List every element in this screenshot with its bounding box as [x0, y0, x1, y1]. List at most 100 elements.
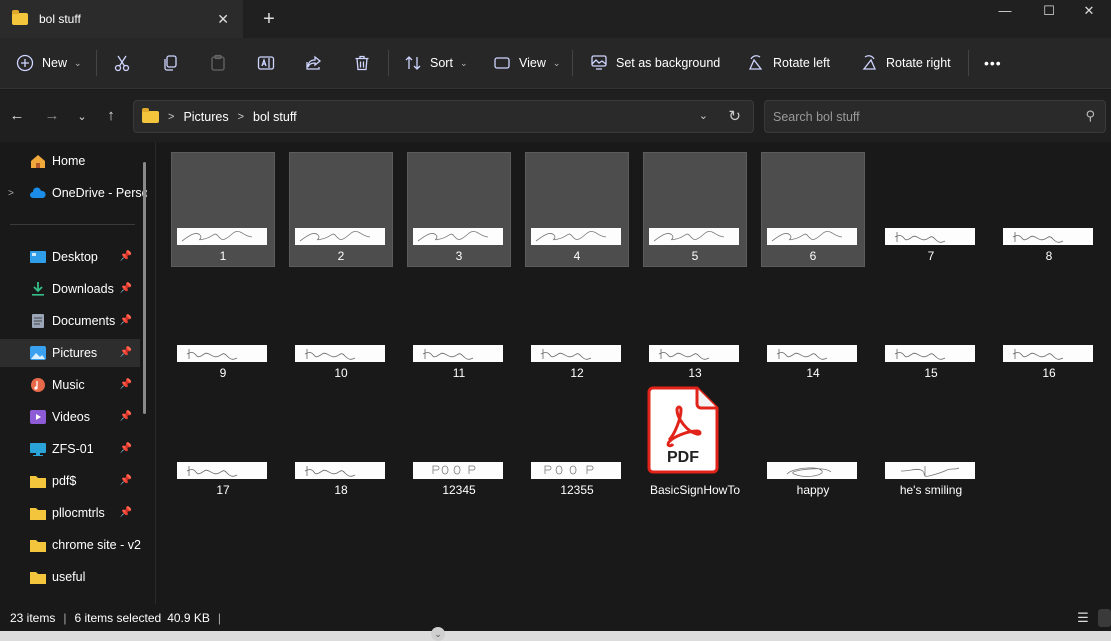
up-arrow-icon[interactable]: ↑ [101, 107, 121, 124]
signature-thumbnail [885, 228, 975, 245]
set-as-background-button[interactable]: Set as background [590, 52, 720, 74]
forward-arrow-icon[interactable]: → [42, 107, 62, 124]
share-button[interactable] [305, 52, 323, 74]
sidebar-item-onedrive[interactable]: OneDrive - Perso [0, 179, 147, 207]
sidebar-item-pictures[interactable]: Pictures 📌 [0, 339, 140, 367]
file-name: he's smiling [899, 483, 963, 497]
more-options-button[interactable]: ••• [984, 52, 1002, 74]
refresh-icon[interactable]: ↻ [728, 107, 741, 125]
search-box[interactable]: ⚲ [764, 100, 1106, 133]
file-item[interactable]: 3 [407, 152, 513, 267]
file-item[interactable]: 5 [643, 152, 749, 267]
file-item[interactable]: 8 [997, 152, 1103, 267]
sidebar-item-videos[interactable]: Videos 📌 [0, 403, 140, 431]
pin-icon[interactable]: 📌 [120, 443, 132, 454]
file-item[interactable]: 2 [289, 152, 395, 267]
pin-icon[interactable]: 📌 [120, 507, 132, 518]
pin-icon[interactable]: 📌 [120, 315, 132, 326]
file-item[interactable]: 4 [525, 152, 631, 267]
sidebar-item-pllocmtrls[interactable]: pllocmtrls 📌 [0, 499, 140, 527]
address-bar[interactable]: > Pictures > bol stuff ⌄ ↻ [133, 100, 754, 133]
file-item[interactable]: 13 [643, 269, 749, 384]
sort-button[interactable]: Sort ⌄ [404, 52, 467, 74]
file-item[interactable]: 17 [171, 386, 277, 501]
cut-button[interactable] [113, 52, 131, 74]
rotate-left-button[interactable]: Rotate left [747, 52, 830, 74]
new-button[interactable]: New ⌄ [16, 52, 82, 74]
title-bar: bol stuff ✕ + — ☐ ✕ [0, 0, 1111, 38]
pin-icon[interactable]: 📌 [120, 347, 132, 358]
sidebar-item-zfs-01[interactable]: ZFS-01 📌 [0, 435, 140, 463]
sort-icon [405, 56, 421, 70]
sidebar-item-useful[interactable]: useful [0, 563, 140, 591]
chevron-down-icon[interactable]: ⌄ [431, 627, 445, 641]
close-tab-icon[interactable]: ✕ [217, 11, 229, 28]
sidebar-item-desktop[interactable]: Desktop 📌 [0, 243, 140, 271]
recent-locations-chevron-icon[interactable]: ⌄ [72, 110, 92, 123]
pin-icon[interactable]: 📌 [120, 379, 132, 390]
paste-icon [211, 54, 225, 71]
file-item[interactable]: 16 [997, 269, 1103, 384]
file-item[interactable]: he's smiling [879, 386, 985, 501]
sidebar-item-documents[interactable]: Documents 📌 [0, 307, 140, 335]
sidebar-scrollbar[interactable] [143, 162, 146, 414]
search-input[interactable] [773, 107, 1073, 127]
file-item[interactable]: 11 [407, 269, 513, 384]
pin-icon[interactable]: 📌 [120, 411, 132, 422]
back-arrow-icon[interactable]: ← [7, 107, 27, 124]
sidebar-item-downloads[interactable]: Downloads 📌 [0, 275, 140, 303]
chevron-down-icon: ⌄ [552, 57, 561, 68]
file-item[interactable]: 1 [171, 152, 277, 267]
pin-icon[interactable]: 📌 [120, 283, 132, 294]
rotate-right-button[interactable]: Rotate right [860, 52, 951, 74]
file-item[interactable]: happy [761, 386, 867, 501]
search-icon[interactable]: ⚲ [1085, 108, 1095, 124]
address-dropdown-icon[interactable]: ⌄ [699, 109, 708, 122]
signature-thumbnail [767, 345, 857, 362]
file-item[interactable]: 10 [289, 269, 395, 384]
rename-button[interactable] [257, 52, 275, 74]
file-item[interactable]: 7 [879, 152, 985, 267]
item-count: 23 items [10, 610, 56, 625]
sidebar-item-chrome-site[interactable]: chrome site - v2 [0, 531, 141, 559]
tab-bol-stuff[interactable]: bol stuff ✕ [0, 0, 243, 38]
rotate-left-icon [748, 55, 763, 70]
view-button[interactable]: View ⌄ [493, 52, 560, 74]
breadcrumb-chevron-icon[interactable]: > [238, 111, 244, 123]
close-window-button[interactable]: ✕ [1067, 0, 1111, 24]
sidebar-item-folder-partial[interactable] [0, 595, 140, 604]
file-item[interactable]: 6 [761, 152, 867, 267]
file-item[interactable]: 9 [171, 269, 277, 384]
file-item[interactable]: 15 [879, 269, 985, 384]
maximize-button[interactable]: ☐ [1027, 0, 1071, 24]
delete-button[interactable] [353, 52, 371, 74]
file-item[interactable]: 12 [525, 269, 631, 384]
sidebar-item-home[interactable]: Home [0, 147, 140, 175]
new-tab-button[interactable]: + [259, 8, 279, 31]
breadcrumb-pictures[interactable]: Pictures [183, 110, 228, 124]
breadcrumb-chevron-icon[interactable]: > [168, 111, 174, 123]
pin-icon[interactable]: 📌 [120, 251, 132, 262]
sidebar-item-music[interactable]: Music 📌 [0, 371, 140, 399]
file-item[interactable]: 14 [761, 269, 867, 384]
file-item[interactable]: PDF BasicSignHowTo [643, 386, 749, 501]
signature-thumbnail [531, 228, 621, 245]
view-icon [494, 57, 510, 69]
tiles-view-icon[interactable] [1098, 609, 1111, 627]
signature-thumbnail [177, 462, 267, 479]
pin-icon[interactable]: 📌 [120, 475, 132, 486]
sidebar-item-pdfs[interactable]: pdf$ 📌 [0, 467, 140, 495]
file-item[interactable]: 12355 [525, 386, 631, 501]
rename-icon [257, 56, 275, 70]
file-item[interactable]: 18 [289, 386, 395, 501]
status-bar: 23 items | 6 items selected 40.9 KB | ☰ [0, 604, 1111, 631]
minimize-button[interactable]: — [983, 0, 1027, 24]
file-item[interactable]: 12345 [407, 386, 513, 501]
copy-button[interactable] [161, 52, 179, 74]
breadcrumb-bol-stuff[interactable]: bol stuff [253, 110, 297, 124]
signature-thumbnail [177, 345, 267, 362]
home-icon [31, 155, 45, 168]
details-view-icon[interactable]: ☰ [1072, 609, 1094, 627]
paste-button[interactable] [209, 52, 227, 74]
chevron-down-icon: ⌄ [74, 57, 82, 68]
